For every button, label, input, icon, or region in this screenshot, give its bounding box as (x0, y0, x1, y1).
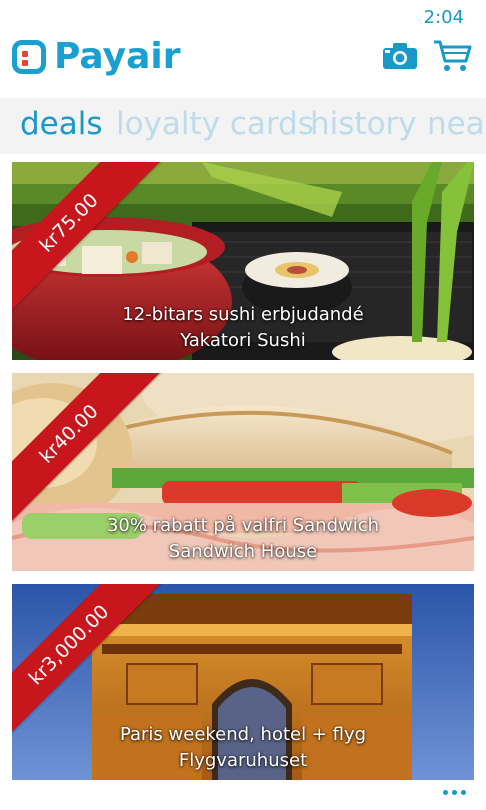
deal-caption: 12-bitars sushi erbjudandé Yakatori Sush… (12, 302, 474, 354)
deal-card-paris[interactable]: kr3,000.00 Paris weekend, hotel + flyg F… (12, 584, 474, 780)
tab-deals[interactable]: deals (20, 106, 103, 142)
app-logo: Payair (12, 36, 180, 77)
deal-card-sushi[interactable]: kr75.00 12-bitars sushi erbjudandé Yakat… (12, 162, 474, 360)
camera-icon (383, 43, 417, 69)
app-name: Payair (54, 36, 181, 77)
tab-loyalty-cards[interactable]: loyalty cards (116, 106, 314, 142)
deal-caption: Paris weekend, hotel + flyg Flygvaruhuse… (12, 722, 474, 774)
app-header: Payair (0, 30, 486, 92)
deal-merchant: Yakatori Sushi (180, 330, 306, 351)
deal-caption: 30% rabatt på valfri Sandwich Sandwich H… (12, 513, 474, 565)
tab-history[interactable]: history (310, 106, 417, 142)
more-dots-icon[interactable] (439, 790, 466, 795)
deal-merchant: Flygvaruhuset (178, 750, 308, 771)
camera-button[interactable] (380, 36, 420, 76)
logo-mark-icon (12, 39, 46, 74)
pivot-tabs: deals loyalty cards history near (0, 98, 486, 154)
deal-title: 30% rabatt på valfri Sandwich (106, 515, 380, 536)
deal-title: Paris weekend, hotel + flyg (119, 724, 367, 745)
deal-title: 12-bitars sushi erbjudandé (122, 304, 364, 325)
tab-near[interactable]: near (427, 106, 486, 142)
cart-button[interactable] (432, 36, 472, 76)
deal-merchant: Sandwich House (168, 541, 318, 562)
shopping-cart-icon (434, 40, 472, 71)
deal-card-sandwich[interactable]: kr40.00 30% rabatt på valfri Sandwich Sa… (12, 373, 474, 571)
status-bar: 2:04 (0, 0, 486, 34)
status-time: 2:04 (423, 7, 464, 28)
screen: 2:04 Payair deals loyalty cards history … (0, 0, 486, 810)
app-bar (0, 780, 486, 810)
header-actions (368, 36, 472, 76)
